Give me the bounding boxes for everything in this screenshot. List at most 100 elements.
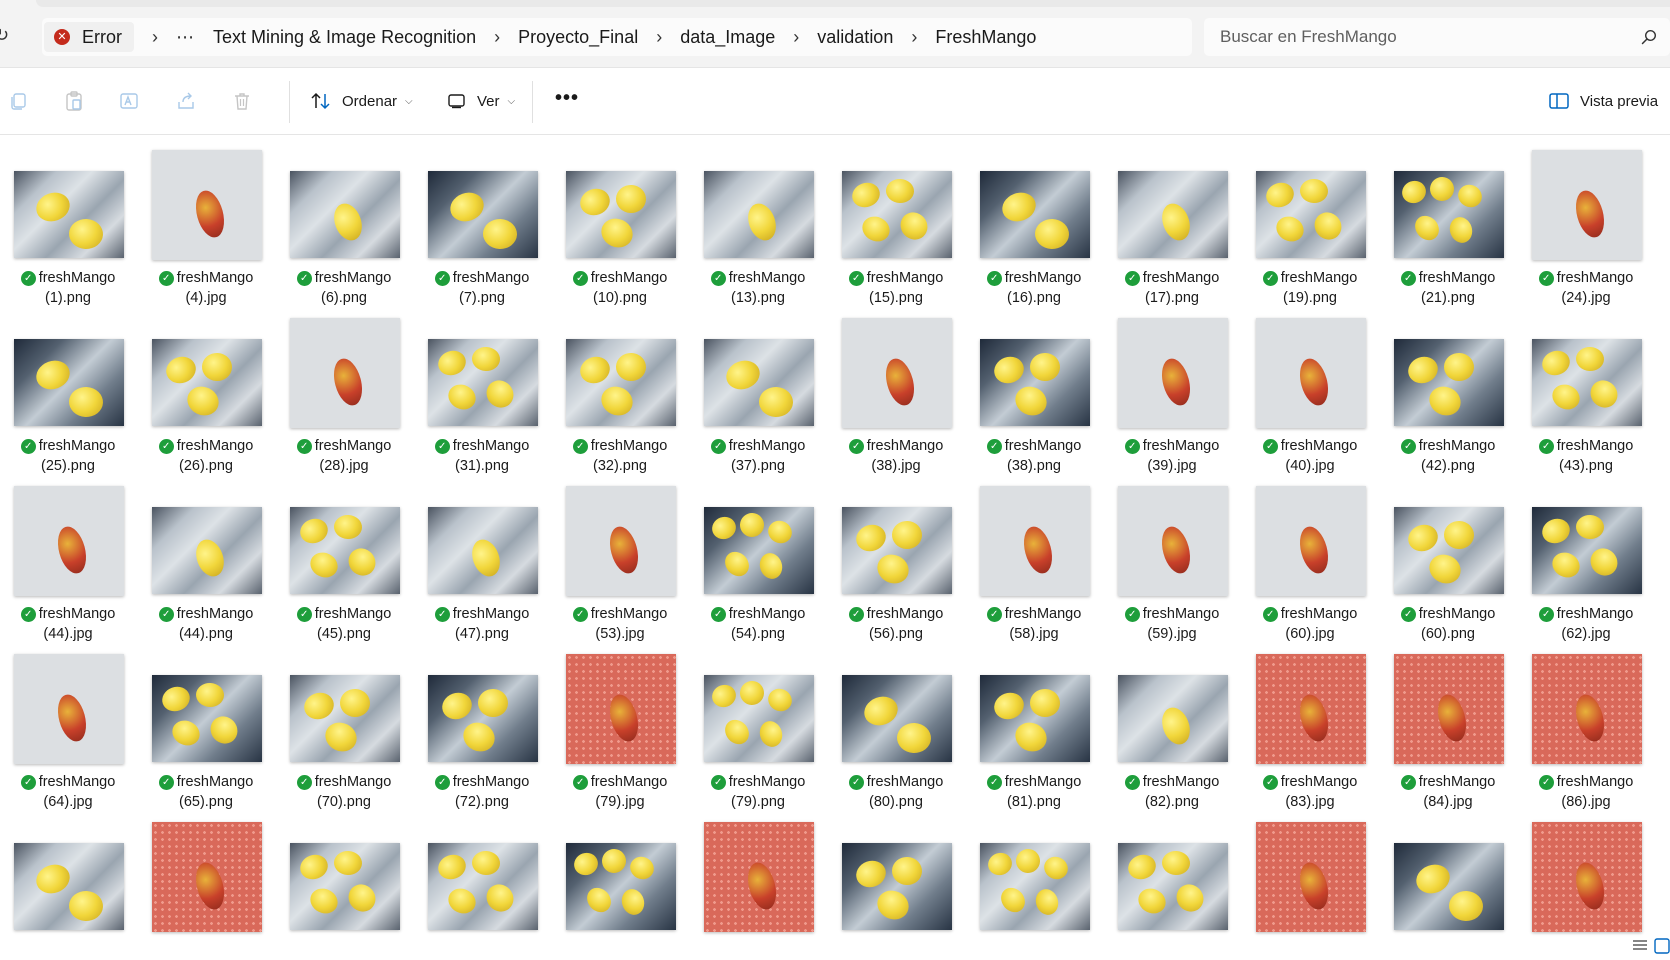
file-name: freshMango [38, 606, 116, 622]
chevron-right-icon[interactable]: › [793, 27, 799, 48]
file-item[interactable]: ✓ freshMango (82).png [1108, 640, 1232, 810]
breadcrumb[interactable]: ✕ Error › ⋯ Text Mining & Image Recognit… [42, 18, 1192, 56]
file-item[interactable]: ✓ freshMango (79).png [694, 640, 818, 810]
file-item[interactable]: ✓ freshMango (38).jpg [832, 304, 956, 474]
file-item[interactable]: ✓ freshMango (62).jpg [1522, 472, 1646, 642]
file-item[interactable] [970, 808, 1094, 960]
breadcrumb-item-proyecto-final[interactable]: Proyecto_Final [518, 27, 638, 48]
chevron-right-icon[interactable]: › [911, 27, 917, 48]
sort-button[interactable]: Ordenar ⌵ [310, 86, 413, 116]
file-item[interactable]: ✓ freshMango (6).png [280, 136, 404, 306]
file-item[interactable]: ✓ freshMango (13).png [694, 136, 818, 306]
file-item[interactable]: ✓ freshMango (58).jpg [970, 472, 1094, 642]
chevron-right-icon[interactable]: › [152, 27, 158, 48]
file-item[interactable]: ✓ freshMango (31).png [418, 304, 542, 474]
breadcrumb-item-validation[interactable]: validation [817, 27, 893, 48]
thumbnail-frame [566, 486, 676, 596]
delete-button[interactable] [228, 87, 256, 115]
file-item[interactable]: ✓ freshMango (83).jpg [1246, 640, 1370, 810]
file-item[interactable]: ✓ freshMango (60).jpg [1246, 472, 1370, 642]
file-item[interactable]: ✓ freshMango (56).png [832, 472, 956, 642]
file-name: freshMango [728, 270, 806, 286]
breadcrumb-item-data-image[interactable]: data_Image [680, 27, 775, 48]
file-item[interactable]: ✓ freshMango (47).png [418, 472, 542, 642]
file-item[interactable]: ✓ freshMango (16).png [970, 136, 1094, 306]
file-item[interactable] [1522, 808, 1646, 960]
file-item[interactable]: ✓ freshMango (37).png [694, 304, 818, 474]
file-item[interactable]: ✓ freshMango (19).png [1246, 136, 1370, 306]
mango-shape [1575, 514, 1605, 540]
file-item[interactable]: ✓ freshMango (60).png [1384, 472, 1508, 642]
copy-button[interactable] [4, 87, 32, 115]
thumbnail-frame [1256, 822, 1366, 932]
file-item[interactable]: ✓ freshMango (72).png [418, 640, 542, 810]
file-item[interactable]: ✓ freshMango (32).png [556, 304, 680, 474]
file-item[interactable]: ✓ freshMango (17).png [1108, 136, 1232, 306]
file-item[interactable] [832, 808, 956, 960]
file-item[interactable]: ✓ freshMango (1).png [4, 136, 128, 306]
paste-button[interactable] [60, 87, 88, 115]
file-item[interactable]: ✓ freshMango (26).png [142, 304, 266, 474]
file-item[interactable]: ✓ freshMango (21).png [1384, 136, 1508, 306]
file-item[interactable] [142, 808, 266, 960]
file-item[interactable] [4, 808, 128, 960]
file-item[interactable]: ✓ freshMango (28).jpg [280, 304, 404, 474]
preview-pane-button[interactable]: Vista previa [1548, 86, 1658, 116]
more-options-button[interactable]: ••• [553, 87, 581, 115]
tiles-view-icon[interactable] [1654, 938, 1670, 954]
file-item[interactable]: ✓ freshMango (43).png [1522, 304, 1646, 474]
share-button[interactable] [172, 87, 200, 115]
search-input[interactable] [1220, 24, 1620, 50]
mango-shape [53, 523, 91, 578]
file-item[interactable]: ✓ freshMango (70).png [280, 640, 404, 810]
thumbnail-frame [1118, 822, 1228, 932]
file-item[interactable]: ✓ freshMango (4).jpg [142, 136, 266, 306]
refresh-icon[interactable]: ↻ [0, 26, 12, 44]
thumbnail-image [1532, 822, 1642, 932]
search-icon[interactable] [1641, 29, 1657, 45]
file-item[interactable]: ✓ freshMango (7).png [418, 136, 542, 306]
file-item[interactable]: ✓ freshMango (84).jpg [1384, 640, 1508, 810]
file-item[interactable]: ✓ freshMango (25).png [4, 304, 128, 474]
file-item[interactable]: ✓ freshMango (38).png [970, 304, 1094, 474]
breadcrumb-overflow-button[interactable]: ⋯ [176, 27, 195, 48]
file-item[interactable] [1384, 808, 1508, 960]
thumbnail-frame [1394, 486, 1504, 596]
file-item[interactable] [1108, 808, 1232, 960]
file-item[interactable] [694, 808, 818, 960]
file-item[interactable]: ✓ freshMango (39).jpg [1108, 304, 1232, 474]
file-item[interactable] [280, 808, 404, 960]
file-item[interactable]: ✓ freshMango (24).jpg [1522, 136, 1646, 306]
view-button[interactable]: Ver ⌵ [447, 86, 515, 116]
details-view-icon[interactable] [1632, 938, 1648, 952]
file-item[interactable]: ✓ freshMango (44).jpg [4, 472, 128, 642]
breadcrumb-item-freshmango[interactable]: FreshMango [935, 27, 1036, 48]
error-crumb[interactable]: ✕ Error [44, 22, 134, 52]
file-item[interactable]: ✓ freshMango (79).jpg [556, 640, 680, 810]
file-item[interactable]: ✓ freshMango (15).png [832, 136, 956, 306]
file-item[interactable]: ✓ freshMango (44).png [142, 472, 266, 642]
file-item[interactable] [556, 808, 680, 960]
file-item[interactable]: ✓ freshMango (86).jpg [1522, 640, 1646, 810]
breadcrumb-item-text-mining[interactable]: Text Mining & Image Recognition [213, 27, 476, 48]
thumbnail-frame [980, 654, 1090, 764]
file-name: freshMango [866, 774, 944, 790]
file-item[interactable]: ✓ freshMango (53).jpg [556, 472, 680, 642]
file-item[interactable]: ✓ freshMango (42).png [1384, 304, 1508, 474]
file-item[interactable] [418, 808, 542, 960]
chevron-right-icon[interactable]: › [656, 27, 662, 48]
file-item[interactable]: ✓ freshMango (54).png [694, 472, 818, 642]
rename-button[interactable] [115, 87, 143, 115]
chevron-right-icon[interactable]: › [494, 27, 500, 48]
file-item[interactable]: ✓ freshMango (59).jpg [1108, 472, 1232, 642]
file-item[interactable]: ✓ freshMango (65).png [142, 640, 266, 810]
file-item[interactable]: ✓ freshMango (80).png [832, 640, 956, 810]
file-item[interactable]: ✓ freshMango (64).jpg [4, 640, 128, 810]
file-item[interactable]: ✓ freshMango (40).jpg [1246, 304, 1370, 474]
mango-shape [764, 684, 796, 716]
file-item[interactable] [1246, 808, 1370, 960]
file-item[interactable]: ✓ freshMango (10).png [556, 136, 680, 306]
file-item[interactable]: ✓ freshMango (81).png [970, 640, 1094, 810]
search-box[interactable] [1204, 18, 1670, 56]
file-item[interactable]: ✓ freshMango (45).png [280, 472, 404, 642]
